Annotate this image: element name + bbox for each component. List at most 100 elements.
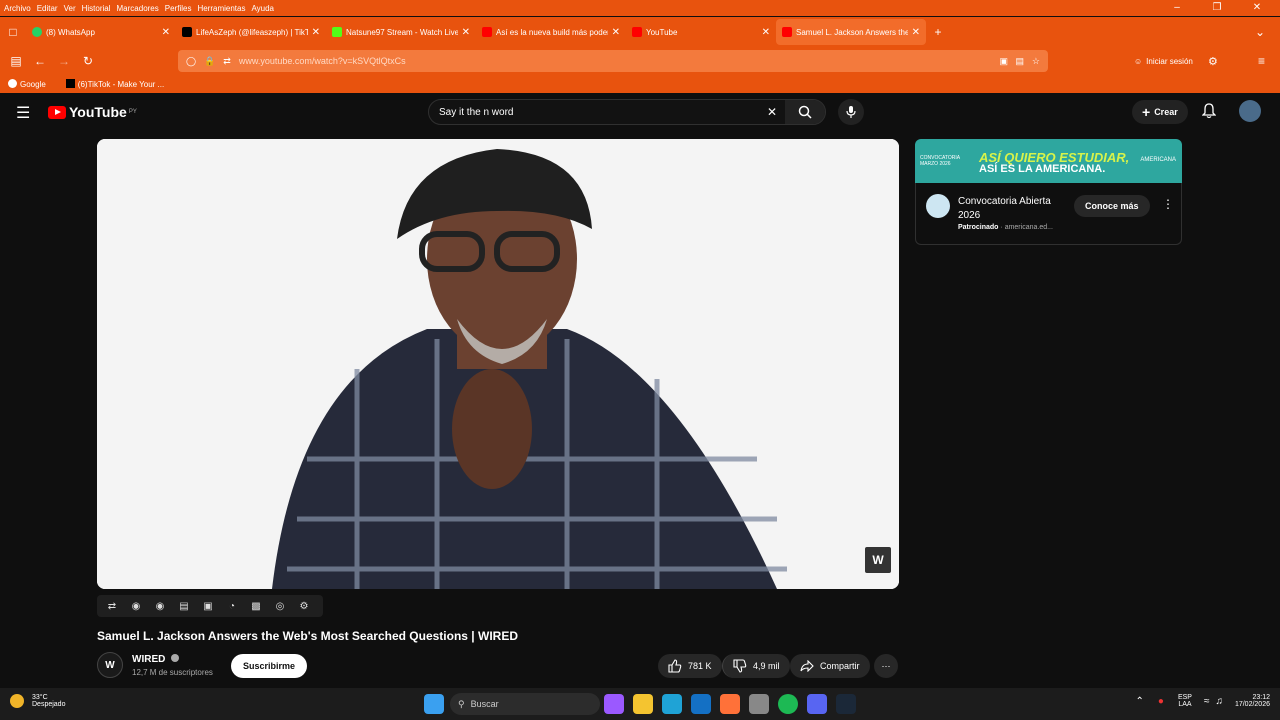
menu-herramientas[interactable]: Herramientas (197, 4, 245, 13)
create-button[interactable]: + Crear (1132, 100, 1188, 124)
menu-icon[interactable]: ≡ (1258, 54, 1265, 68)
voice-search-button[interactable] (838, 99, 864, 125)
loop-icon[interactable]: ⇄ (103, 599, 121, 613)
minimize-icon[interactable]: – (1160, 0, 1194, 16)
close-tab-icon[interactable]: ✕ (612, 27, 620, 38)
hamburger-menu-icon[interactable]: ☰ (16, 103, 30, 123)
ad-title[interactable]: Convocatoria Abierta 2026 (958, 195, 1068, 223)
search-icon: ⚲ (458, 698, 465, 709)
language-indicator[interactable]: ESP LAA (1178, 694, 1192, 708)
tab-label: LifeAsZeph (@lifeaszeph) | TikTok (196, 27, 308, 37)
notifications-button[interactable] (1201, 103, 1217, 124)
lock-icon[interactable]: 🔒 (204, 56, 215, 67)
close-tab-icon[interactable]: ✕ (162, 27, 170, 38)
new-tab-icon[interactable]: + (926, 25, 950, 39)
eye-icon[interactable]: ◉ (151, 599, 169, 613)
picture-icon[interactable]: ▣ (999, 56, 1008, 67)
tab-youtube-build[interactable]: Así es la nueva build más poderosa ✕ (476, 19, 626, 45)
menu-perfiles[interactable]: Perfiles (165, 4, 192, 13)
tab-whatsapp[interactable]: (8) WhatsApp ✕ (26, 19, 176, 45)
clock[interactable]: 23:12 17/02/2026 (1235, 694, 1270, 708)
shield-icon[interactable]: ◯ (186, 56, 196, 67)
forward-icon[interactable]: → (52, 54, 76, 68)
restore-icon[interactable]: ❐ (1200, 0, 1234, 16)
subscribe-button[interactable]: Suscribirme (231, 654, 308, 678)
sidebar-icon[interactable]: ▤ (4, 54, 28, 68)
extensions-icon[interactable]: ⚙ (1208, 55, 1218, 68)
mail-icon[interactable] (691, 694, 711, 714)
steam-icon[interactable] (836, 694, 856, 714)
kebab-menu-icon[interactable]: ⋮ (1162, 197, 1174, 211)
mic-muted-icon[interactable]: ● (1158, 696, 1164, 707)
bookmark-google[interactable]: Google (8, 79, 56, 89)
ad-banner[interactable]: CONVOCATORIA MARZO 2026 ASÍ QUIERO ESTUD… (915, 139, 1182, 183)
audio-icon[interactable]: ◉ (127, 599, 145, 613)
menu-marcadores[interactable]: Marcadores (117, 4, 159, 13)
ad-cta-button[interactable]: Conoce más (1074, 195, 1150, 217)
like-button[interactable]: 781 K (658, 654, 722, 678)
windows-start-icon[interactable] (424, 694, 444, 714)
tiktok-icon (65, 79, 75, 88)
file-explorer-icon[interactable] (633, 694, 653, 714)
close-tab-icon[interactable]: ✕ (312, 27, 320, 38)
search-button[interactable] (785, 100, 825, 124)
clear-search-icon[interactable]: ✕ (759, 105, 785, 119)
chrome-icon[interactable] (749, 694, 769, 714)
chevron-down-icon[interactable]: ⌄ (1248, 25, 1272, 39)
close-tab-icon[interactable]: ✕ (762, 27, 770, 38)
menu-historial[interactable]: Historial (82, 4, 111, 13)
menu-archivo[interactable]: Archivo (4, 4, 31, 13)
tab-youtube[interactable]: YouTube ✕ (626, 19, 776, 45)
copilot-icon[interactable] (604, 694, 624, 714)
close-tab-icon[interactable]: ✕ (462, 27, 470, 38)
tab-tiktok[interactable]: LifeAsZeph (@lifeaszeph) | TikTok ✕ (176, 19, 326, 45)
tab-kick[interactable]: Natsune97 Stream - Watch Live ✕ (326, 19, 476, 45)
bookmark-star-icon[interactable]: ☆ (1032, 56, 1040, 67)
expand-icon[interactable]: ▩ (247, 599, 265, 613)
camera-icon[interactable]: ◎ (271, 599, 289, 613)
menu-ver[interactable]: Ver (64, 4, 76, 13)
speed-icon[interactable]: ◔ (223, 599, 241, 613)
close-tab-icon[interactable]: ✕ (912, 27, 920, 38)
share-button[interactable]: Compartir (790, 654, 870, 678)
firefox-icon[interactable] (720, 694, 740, 714)
signin-button[interactable]: ☺ Iniciar sesión (1134, 57, 1193, 66)
moon-icon (10, 694, 24, 708)
close-icon[interactable]: ✕ (1240, 0, 1274, 16)
back-icon[interactable]: ← (28, 54, 52, 68)
thumbs-up-icon (668, 659, 682, 673)
channel-watermark[interactable]: W (865, 547, 891, 573)
youtube-logo[interactable]: YouTube PY (48, 104, 137, 120)
more-actions-button[interactable]: ⋯ (874, 654, 898, 678)
chevron-up-icon[interactable]: ⌃ (1136, 696, 1144, 707)
discord-icon[interactable] (807, 694, 827, 714)
tab-list-icon[interactable]: □ (0, 25, 26, 39)
search-input[interactable] (429, 106, 759, 118)
advertiser-icon[interactable] (926, 194, 950, 218)
reader-view-icon[interactable]: ▤ (1015, 56, 1024, 67)
channel-name[interactable]: WIRED (132, 654, 180, 665)
volume-icon[interactable]: ♫ (1215, 696, 1223, 707)
reload-icon[interactable]: ↻ (76, 54, 100, 68)
permissions-icon[interactable]: ⇄ (223, 56, 231, 67)
url-text[interactable]: www.youtube.com/watch?v=kSVQtlQtxCs (239, 56, 406, 66)
bookmark-tiktok[interactable]: (6)TikTok - Make Your ... (65, 79, 174, 89)
pip-icon[interactable]: ▣ (199, 599, 217, 613)
tab-samuel-jackson[interactable]: Samuel L. Jackson Answers the Web ✕ (776, 19, 926, 45)
edge-icon[interactable] (662, 694, 682, 714)
menu-editar[interactable]: Editar (37, 4, 58, 13)
temperature: 33°C (32, 694, 48, 701)
address-bar[interactable]: ◯ 🔒 ⇄ www.youtube.com/watch?v=kSVQtlQtxC… (178, 50, 1048, 72)
cinema-icon[interactable]: ▤ (175, 599, 193, 613)
video-player[interactable]: W (97, 139, 899, 589)
weather-widget[interactable]: 33°C Despejado (10, 694, 65, 708)
user-avatar[interactable] (1239, 100, 1261, 122)
gear-icon[interactable]: ⚙ (295, 599, 313, 613)
menu-ayuda[interactable]: Ayuda (251, 4, 274, 13)
channel-avatar[interactable]: W (97, 652, 123, 678)
taskbar-search[interactable]: ⚲ Buscar (450, 693, 600, 715)
dislike-button[interactable]: 4,9 mil (722, 654, 790, 678)
wifi-icon[interactable]: ≈ (1204, 696, 1210, 707)
youtube-icon (632, 27, 642, 37)
spotify-icon[interactable] (778, 694, 798, 714)
